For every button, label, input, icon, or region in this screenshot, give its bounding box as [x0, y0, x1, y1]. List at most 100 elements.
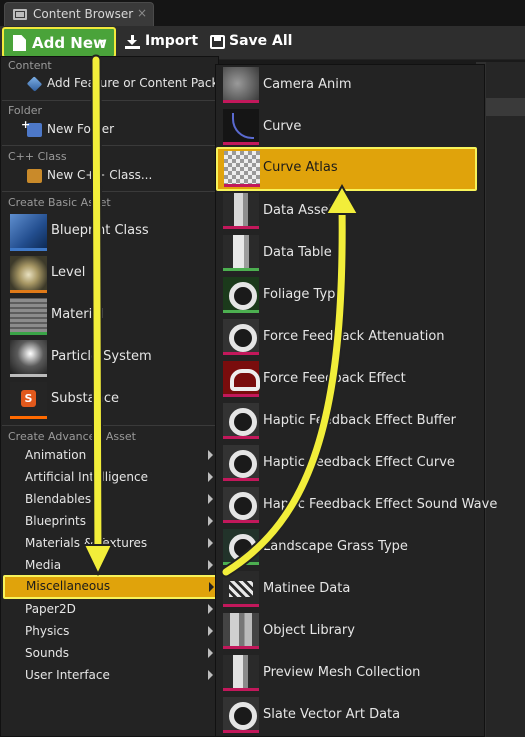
menu-item-level[interactable]: Level [2, 254, 217, 294]
menu-item-label: Paper2D [25, 602, 76, 616]
tab-content-browser[interactable]: Content Browser × [4, 2, 154, 26]
submenu-arrow-icon [208, 670, 213, 680]
submenu-item-label: Curve Atlas [263, 160, 338, 175]
submenu-item-force-feedback-attenuation[interactable]: Force Feedback Attenuation [217, 317, 484, 359]
blueprint-icon [10, 214, 47, 251]
submenu-item-haptic-sound-wave[interactable]: Haptic Feedback Effect Sound Wave [217, 485, 497, 527]
menu-item-substance[interactable]: Substance [2, 380, 217, 420]
save-all-button[interactable]: Save All [229, 33, 292, 49]
haptic-sound-wave-icon [223, 487, 259, 523]
submenu-item-preview-mesh-collection[interactable]: Preview Mesh Collection [217, 653, 484, 695]
object-library-icon [223, 613, 259, 649]
submenu-item-label: Slate Vector Art Data [263, 707, 401, 722]
submenu-item-haptic-curve[interactable]: Haptic Feedback Effect Curve [217, 443, 484, 485]
menu-item-sounds[interactable]: Sounds [2, 643, 217, 665]
haptic-buffer-icon [223, 403, 259, 439]
particle-system-icon [10, 340, 47, 377]
submenu-item-foliage-type[interactable]: Foliage Type [217, 275, 484, 317]
save-icon[interactable] [210, 35, 225, 49]
submenu-item-curve[interactable]: Curve [217, 107, 484, 149]
submenu-item-curve-atlas[interactable]: Curve Atlas [216, 147, 477, 191]
menu-item-add-feature[interactable]: Add Feature or Content Pack... [2, 74, 230, 94]
section-header-advanced: Create Advanced Asset [8, 430, 136, 443]
menu-item-animation[interactable]: Animation [2, 445, 217, 467]
submenu-arrow-icon [209, 582, 214, 592]
menu-item-material[interactable]: Material [2, 296, 217, 336]
menu-item-label: Particle System [51, 349, 152, 364]
import-button[interactable]: Import [145, 33, 198, 49]
miscellaneous-submenu: Camera Anim Curve Curve Atlas Data Asset… [215, 64, 497, 737]
menu-item-label: New C++ Class... [47, 168, 153, 182]
menu-item-label: Substance [51, 391, 119, 406]
submenu-item-slate-vector-art-data[interactable]: Slate Vector Art Data [217, 695, 484, 737]
material-icon [10, 298, 47, 335]
preview-mesh-collection-icon [223, 655, 259, 691]
menu-item-label: Physics [25, 624, 70, 638]
menu-item-label: New Folder [47, 122, 115, 136]
submenu-item-data-asset[interactable]: Data Asset [217, 191, 484, 233]
menu-item-blueprint-class[interactable]: Blueprint Class [2, 212, 217, 252]
submenu-item-data-table[interactable]: Data Table [217, 233, 484, 275]
menu-item-blueprints[interactable]: Blueprints [2, 511, 217, 533]
divider [2, 425, 217, 426]
menu-item-label: Blendables [25, 492, 92, 506]
close-icon[interactable]: × [137, 6, 147, 20]
submenu-item-label: Force Feedback Effect [263, 371, 406, 386]
cpp-class-icon [27, 169, 42, 183]
slate-vector-art-icon [223, 697, 259, 733]
add-new-button[interactable]: Add New ▾ [2, 27, 116, 58]
clapperboard-icon [223, 571, 259, 607]
toolbar: Add New ▾ Import Save All [0, 26, 525, 60]
submenu-item-label: Camera Anim [263, 77, 352, 92]
tab-label: Content Browser [33, 7, 134, 21]
menu-item-label: Sounds [25, 646, 70, 660]
background-asset-panel [486, 62, 525, 737]
data-asset-icon [223, 193, 259, 229]
menu-item-media[interactable]: Media [2, 555, 217, 577]
tab-bar: Content Browser × [0, 0, 525, 26]
submenu-item-camera-anim[interactable]: Camera Anim [217, 65, 484, 107]
menu-item-physics[interactable]: Physics [2, 621, 217, 643]
camera-anim-icon [223, 67, 259, 103]
menu-item-artificial-intelligence[interactable]: Artificial Intelligence [2, 467, 217, 489]
submenu-item-label: Object Library [263, 623, 355, 638]
substance-icon [10, 382, 47, 419]
submenu-item-landscape-grass-type[interactable]: Landscape Grass Type [217, 527, 484, 569]
menu-item-blendables[interactable]: Blendables [2, 489, 217, 511]
add-new-label: Add New [32, 34, 107, 52]
menu-item-particle-system[interactable]: Particle System [2, 338, 217, 378]
menu-item-miscellaneous[interactable]: Miscellaneous [3, 575, 218, 599]
import-icon[interactable] [125, 35, 140, 49]
submenu-arrow-icon [208, 648, 213, 658]
submenu-arrow-icon [208, 538, 213, 548]
menu-item-label: Blueprints [25, 514, 87, 528]
submenu-item-object-library[interactable]: Object Library [217, 611, 484, 653]
menu-item-user-interface[interactable]: User Interface [2, 665, 217, 687]
submenu-arrow-icon [208, 604, 213, 614]
menu-item-materials-textures[interactable]: Materials & Textures [2, 533, 217, 555]
menu-item-label: Blueprint Class [51, 223, 149, 238]
submenu-item-haptic-buffer[interactable]: Haptic Feedback Effect Buffer [217, 401, 484, 443]
submenu-item-force-feedback-effect[interactable]: Force Feedback Effect [217, 359, 484, 401]
submenu-item-label: Data Table [263, 245, 332, 260]
submenu-item-label: Preview Mesh Collection [263, 665, 421, 680]
document-icon [13, 35, 26, 51]
haptic-curve-icon [223, 445, 259, 481]
menu-item-paper2d[interactable]: Paper2D [2, 599, 217, 621]
submenu-arrow-icon [208, 450, 213, 460]
data-table-icon [223, 235, 259, 271]
submenu-item-label: Haptic Feedback Effect Sound Wave [263, 497, 498, 512]
force-feedback-effect-icon [223, 361, 260, 397]
curve-icon [223, 109, 259, 145]
submenu-item-matinee-data[interactable]: Matinee Data [217, 569, 484, 611]
background-panel-header [486, 98, 525, 116]
submenu-item-label: Haptic Feedback Effect Buffer [263, 413, 457, 428]
menu-item-new-folder[interactable]: New Folder [2, 118, 217, 140]
section-header-folder: Folder [8, 104, 42, 117]
add-new-menu: Content Add Feature or Content Pack... F… [0, 56, 230, 737]
menu-item-label: Media [25, 558, 62, 572]
curve-atlas-icon [224, 151, 260, 187]
section-header-cpp: C++ Class [8, 150, 67, 163]
menu-item-new-cpp-class[interactable]: New C++ Class... [2, 166, 217, 186]
submenu-arrow-icon [208, 560, 213, 570]
